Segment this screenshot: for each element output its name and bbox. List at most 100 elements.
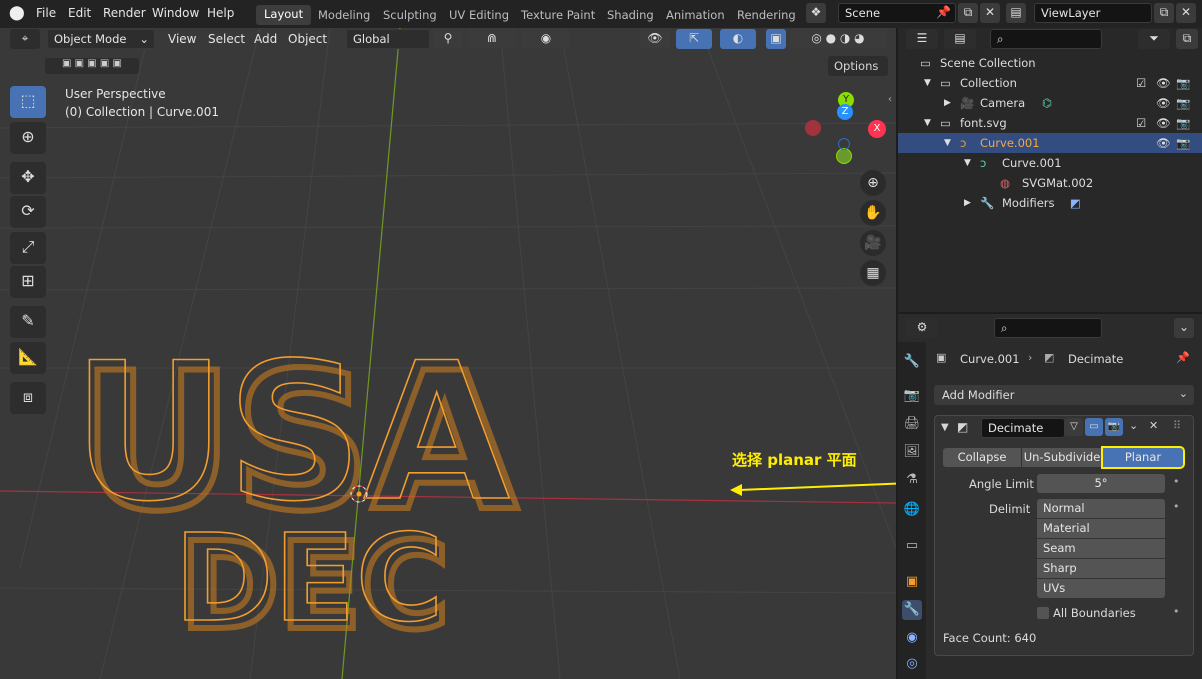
angle-limit-field[interactable]: 5° bbox=[1037, 474, 1165, 493]
tab-animation[interactable]: Animation bbox=[666, 8, 725, 22]
menu-edit[interactable]: Edit bbox=[68, 6, 91, 20]
view-layer-icon[interactable]: ▤ bbox=[1006, 3, 1026, 23]
pin-icon[interactable]: 📌 bbox=[936, 5, 951, 19]
expand-arrow-icon[interactable]: ▶ bbox=[964, 198, 971, 208]
tab-modeling[interactable]: Modeling bbox=[318, 8, 370, 22]
transform-orientation-selector[interactable]: Global bbox=[346, 29, 430, 49]
eye-icon[interactable]: 👁 bbox=[1156, 116, 1171, 130]
view-layer-field[interactable]: ViewLayer bbox=[1034, 3, 1152, 23]
tool-scale[interactable]: ⤢ bbox=[10, 232, 46, 264]
scene-selector-icon[interactable]: ❖ bbox=[806, 3, 826, 23]
all-boundaries-checkbox[interactable] bbox=[1037, 607, 1049, 619]
usa-dec-text-object[interactable]: USA USA DEC DEC bbox=[71, 321, 521, 660]
menu-view[interactable]: View bbox=[168, 32, 196, 46]
proportional-edit-icon[interactable]: ◉ bbox=[522, 29, 570, 49]
close-icon[interactable]: ✕ bbox=[1149, 419, 1158, 432]
outliner-row-curve-data[interactable]: ▼ ↄ Curve.001 bbox=[898, 153, 1202, 173]
tab-world-icon[interactable]: 🌐 bbox=[902, 500, 922, 520]
blender-logo-icon[interactable]: ⬤ bbox=[9, 5, 25, 21]
mode-collapse-button[interactable]: Collapse bbox=[943, 448, 1021, 467]
outliner-row-modifiers[interactable]: ▶ 🔧 Modifiers ◩ bbox=[898, 193, 1202, 213]
outliner-row-camera[interactable]: ▶ 🎥 Camera ⌬ 👁 📷 bbox=[898, 93, 1202, 113]
keyframe-dot-icon[interactable]: • bbox=[1173, 475, 1180, 488]
tool-select-box[interactable]: ⬚ bbox=[10, 86, 46, 118]
keyframe-dot-icon[interactable]: • bbox=[1173, 500, 1180, 513]
tab-uv-editing[interactable]: UV Editing bbox=[449, 8, 509, 22]
mode-unsubdivide-button[interactable]: Un-Subdivide bbox=[1022, 448, 1102, 467]
render-icon[interactable]: 📷 bbox=[1105, 418, 1123, 436]
properties-options-icon[interactable]: ⌄ bbox=[1174, 318, 1194, 338]
add-modifier-dropdown[interactable]: Add Modifier ⌄ bbox=[934, 385, 1194, 405]
eye-icon[interactable]: 👁 bbox=[1156, 96, 1171, 110]
delete-scene-icon[interactable]: ✕ bbox=[980, 3, 1000, 23]
menu-select[interactable]: Select bbox=[208, 32, 245, 46]
expand-arrow-icon[interactable]: ▼ bbox=[924, 118, 931, 128]
decimate-modifier-icon[interactable]: ◩ bbox=[1070, 196, 1081, 210]
outliner-row-font-svg[interactable]: ▼ ▭ font.svg ☑ 👁 📷 bbox=[898, 113, 1202, 133]
modifier-name-input[interactable]: Decimate bbox=[981, 418, 1065, 438]
outliner-row-curve-object[interactable]: ▼ ↄ Curve.001 👁 📷 bbox=[898, 133, 1202, 153]
checkbox-icon[interactable]: ☑ bbox=[1136, 116, 1146, 130]
ortho-grid-icon[interactable]: ▦ bbox=[860, 260, 886, 286]
gizmo-toggle-icon[interactable]: ⇱ bbox=[676, 29, 712, 49]
menu-file[interactable]: File bbox=[36, 6, 56, 20]
expand-arrow-icon[interactable]: ▼ bbox=[924, 78, 931, 88]
tab-render-icon[interactable]: 📷 bbox=[902, 386, 922, 406]
delimit-seam-toggle[interactable]: Seam bbox=[1037, 539, 1165, 558]
tab-particles-icon[interactable]: ◉ bbox=[902, 628, 922, 648]
gizmo-x-axis[interactable]: X bbox=[868, 120, 886, 138]
xray-icon[interactable]: ▣ bbox=[766, 29, 786, 49]
tool-move[interactable]: ✥ bbox=[10, 162, 46, 194]
tab-collection-icon[interactable]: ▭ bbox=[902, 536, 922, 556]
display-mode-icon[interactable]: ▤ bbox=[944, 29, 976, 49]
outliner-row-collection[interactable]: ▼ ▭ Collection ☑ 👁 📷 bbox=[898, 73, 1202, 93]
tool-add-cube[interactable]: ⧈ bbox=[10, 382, 46, 414]
menu-render[interactable]: Render bbox=[103, 6, 146, 20]
delimit-sharp-toggle[interactable]: Sharp bbox=[1037, 559, 1165, 578]
properties-editor-type-icon[interactable]: ⚙ bbox=[906, 318, 938, 338]
gizmo-neg-x-axis[interactable] bbox=[805, 120, 821, 136]
tab-view-layer-icon[interactable]: 🖼 bbox=[902, 442, 922, 462]
filter-icon[interactable]: ⏷ bbox=[1138, 29, 1170, 49]
tab-sculpting[interactable]: Sculpting bbox=[383, 8, 437, 22]
new-scene-icon[interactable]: ⧉ bbox=[958, 3, 978, 23]
gizmo-neg-y-axis[interactable] bbox=[836, 148, 852, 164]
checkbox-icon[interactable]: ☑ bbox=[1136, 76, 1146, 90]
keyframe-dot-icon[interactable]: • bbox=[1173, 605, 1180, 618]
tab-modifiers-icon[interactable]: 🔧 bbox=[902, 600, 922, 620]
drag-handle-icon[interactable]: ⠿ bbox=[1173, 419, 1181, 432]
chevron-down-icon[interactable]: ⌄ bbox=[1129, 419, 1138, 432]
properties-search-input[interactable]: ⌕ bbox=[994, 318, 1102, 338]
pan-hand-icon[interactable]: ✋ bbox=[860, 200, 886, 226]
tool-annotate[interactable]: ✎ bbox=[10, 306, 46, 338]
tool-transform[interactable]: ⊞ bbox=[10, 266, 46, 298]
tab-tool-icon[interactable]: 🔧 bbox=[902, 352, 922, 372]
mode-planar-button[interactable]: Planar bbox=[1101, 446, 1185, 469]
tab-layout[interactable]: Layout bbox=[256, 5, 312, 25]
tab-rendering[interactable]: Rendering bbox=[737, 8, 796, 22]
outliner-editor-type-icon[interactable]: ☰ bbox=[906, 29, 938, 49]
tab-texture-paint[interactable]: Texture Paint bbox=[521, 8, 595, 22]
viewport-display-icon[interactable]: ▭ bbox=[1085, 418, 1103, 436]
sidebar-toggle-icon[interactable]: ‹ bbox=[888, 94, 892, 105]
camera-data-icon[interactable]: ⌬ bbox=[1042, 96, 1052, 110]
expand-arrow-icon[interactable]: ▶ bbox=[944, 98, 951, 108]
3d-viewport[interactable]: USA USA DEC DEC ⌖ Object Mode ⌄ View Sel… bbox=[0, 28, 896, 679]
pin-icon[interactable]: 📌 bbox=[1176, 351, 1190, 364]
camera-render-icon[interactable]: 📷 bbox=[1176, 116, 1190, 130]
tool-cursor[interactable]: ⊕ bbox=[10, 122, 46, 154]
delete-view-layer-icon[interactable]: ✕ bbox=[1176, 3, 1196, 23]
edit-mode-icon[interactable]: ▽ bbox=[1065, 418, 1083, 436]
camera-render-icon[interactable]: 📷 bbox=[1176, 96, 1190, 110]
delimit-material-toggle[interactable]: Material bbox=[1037, 519, 1165, 538]
outliner-row-scene-collection[interactable]: ▭ Scene Collection bbox=[898, 53, 1202, 73]
tab-output-icon[interactable]: 🖨 bbox=[902, 414, 922, 434]
zoom-icon[interactable]: ⊕ bbox=[860, 170, 886, 196]
menu-window[interactable]: Window bbox=[152, 6, 199, 20]
delimit-uvs-toggle[interactable]: UVs bbox=[1037, 579, 1165, 598]
tool-rotate[interactable]: ⟳ bbox=[10, 196, 46, 228]
expand-arrow-icon[interactable]: ▼ bbox=[964, 158, 971, 168]
menu-object[interactable]: Object bbox=[288, 32, 327, 46]
tool-measure[interactable]: 📐 bbox=[10, 342, 46, 374]
overlays-icon[interactable]: ◐ bbox=[720, 29, 756, 49]
